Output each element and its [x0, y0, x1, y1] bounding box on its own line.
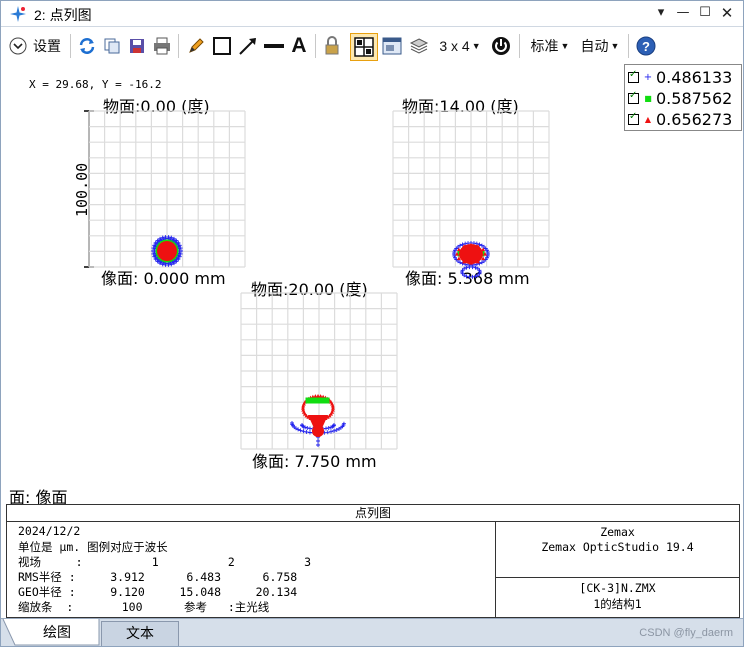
info-date: 2024/12/2: [18, 524, 81, 538]
spot-point-green: [311, 400, 315, 404]
spot-point-blue: [301, 429, 306, 434]
grid-layout-icon[interactable]: [350, 33, 378, 61]
wavelength-legend: + 0.486133 ■ 0.587562 ▲ 0.656273: [624, 64, 742, 131]
spot-point-green: [323, 400, 327, 404]
layout-label: 3 x 4: [439, 38, 470, 54]
info-config: 1的结构1: [593, 597, 642, 611]
info-rms-row: RMS半径 : 3.912 6.483 6.758: [18, 570, 298, 584]
toolbar: 设置 A 3 x 4 ▼ 标准 ▼ 自动 ▼ ?: [1, 28, 743, 64]
window-title: 2: 点列图: [34, 7, 92, 23]
legend-item-2[interactable]: ■ 0.587562: [628, 88, 732, 108]
settings-label: 设置: [33, 38, 61, 54]
info-geo-row: GEO半径 : 9.120 15.048 20.134: [18, 585, 298, 599]
spot-point-green: [305, 400, 309, 404]
triangle-marker-icon: ▲: [644, 114, 652, 124]
spot-point-green: [308, 400, 312, 404]
window-layout-icon[interactable]: [381, 34, 403, 58]
layout-dropdown[interactable]: 3 x 4 ▼: [437, 34, 483, 58]
save-icon[interactable]: [126, 34, 148, 58]
checkbox-icon[interactable]: [628, 69, 639, 83]
text-icon[interactable]: A: [288, 34, 310, 58]
info-header: 点列图: [7, 505, 739, 522]
spot-point-green: [326, 400, 330, 404]
lock-icon[interactable]: [321, 34, 343, 58]
svg-text:?: ?: [642, 39, 650, 54]
spot-point-green: [314, 397, 318, 401]
minimize-button[interactable]: —: [673, 4, 693, 22]
spot-point-blue: [326, 425, 331, 430]
info-field-row: 视场 : 1 2 3: [18, 555, 312, 569]
rectangle-icon[interactable]: [210, 34, 234, 58]
settings-button[interactable]: 设置: [9, 34, 69, 58]
legend-value: 0.587562: [656, 88, 733, 108]
copy-icon[interactable]: [101, 34, 123, 58]
legend-item-1[interactable]: + 0.486133: [628, 67, 732, 87]
chevron-down-icon: ▼: [471, 41, 481, 51]
spot-diagram-plot[interactable]: X = 29.68, Y = -16.2 物面:0.00 (度) 物面:14.0…: [1, 64, 743, 507]
spot-point-blue: [467, 274, 472, 279]
tab-plot[interactable]: 绘图: [15, 621, 99, 645]
legend-value: 0.486133: [656, 67, 733, 87]
spot-point-blue: [332, 428, 337, 433]
spot-point-green: [311, 397, 315, 401]
info-product: Zemax OpticStudio 19.4: [541, 540, 694, 554]
checkbox-icon[interactable]: [628, 90, 639, 104]
info-panel: 点列图 2024/12/2 单位是 μm. 图例对应于波长 视场 : 1 2 3…: [6, 504, 740, 618]
field-2-spot: [452, 241, 490, 279]
legend-value: 0.656273: [656, 109, 733, 129]
spot-diagram-window: 2: 点列图 ▾ — ☐ ✕ 设置 A 3 x 4 ▼ 标准 ▼ 自动 ▼ ? …: [0, 0, 744, 647]
layers-icon[interactable]: [408, 34, 430, 58]
print-icon[interactable]: [151, 34, 173, 58]
field-1-spot: [151, 235, 183, 267]
checkbox-icon[interactable]: [628, 111, 639, 125]
maximize-button[interactable]: ☐: [695, 4, 715, 22]
chevron-down-icon: ▼: [610, 41, 620, 51]
title-bar: 2: 点列图 ▾ — ☐ ✕: [1, 1, 743, 27]
spot-point-green: [305, 397, 309, 401]
spot-point-red: [456, 247, 461, 252]
spot-point-blue: [324, 426, 328, 431]
sparkle-icon: [10, 6, 26, 22]
info-right-bottom: [CK-3]N.ZMX 1的结构1: [496, 578, 739, 617]
help-icon[interactable]: ?: [635, 34, 657, 58]
standard-label: 标准: [530, 38, 559, 54]
spot-point-green: [326, 397, 330, 401]
spot-point-blue: [305, 425, 310, 430]
info-left: 2024/12/2 单位是 μm. 图例对应于波长 视场 : 1 2 3 RMS…: [7, 522, 496, 617]
auto-dropdown[interactable]: 自动 ▼: [577, 34, 623, 58]
standard-dropdown[interactable]: 标准 ▼: [527, 34, 573, 58]
spot-point-green: [323, 397, 327, 401]
spot-point-green: [317, 397, 321, 401]
legend-item-3[interactable]: ▲ 0.656273: [628, 109, 732, 129]
info-scale-row: 缩放条 : 100 参考 :主光线: [18, 600, 270, 614]
info-units: 单位是 μm. 图例对应于波长: [18, 540, 168, 554]
spot-point-green: [320, 400, 324, 404]
square-marker-icon: ■: [644, 93, 652, 103]
scale-bar-label: 100.00: [73, 163, 91, 217]
watermark: CSDN @fly_daerm: [639, 627, 733, 639]
pencil-icon[interactable]: [185, 34, 207, 58]
tab-bar: 绘图 文本: [1, 618, 743, 646]
chevron-down-icon: ▼: [560, 41, 570, 51]
arrow-icon[interactable]: [236, 34, 260, 58]
close-button[interactable]: ✕: [717, 4, 737, 22]
chevron-down-circle-icon: [9, 37, 27, 55]
spot-point-red: [481, 247, 486, 252]
info-right-top: Zemax Zemax OpticStudio 19.4: [496, 522, 739, 578]
spot-core-red: [312, 425, 324, 437]
info-company: Zemax: [600, 525, 635, 539]
spot-point-green: [308, 397, 312, 401]
plus-marker-icon: +: [643, 71, 653, 83]
window-menu-button[interactable]: ▾: [651, 4, 671, 22]
spot-point-green: [317, 400, 321, 404]
spot-point-green: [314, 400, 318, 404]
info-file: [CK-3]N.ZMX: [579, 581, 656, 595]
power-icon[interactable]: [489, 34, 513, 58]
auto-label: 自动: [580, 38, 609, 54]
line-icon[interactable]: [262, 34, 286, 58]
spot-core-red: [157, 241, 177, 261]
spot-point-green: [320, 397, 324, 401]
refresh-icon[interactable]: [76, 34, 98, 58]
tab-text[interactable]: 文本: [101, 621, 179, 646]
